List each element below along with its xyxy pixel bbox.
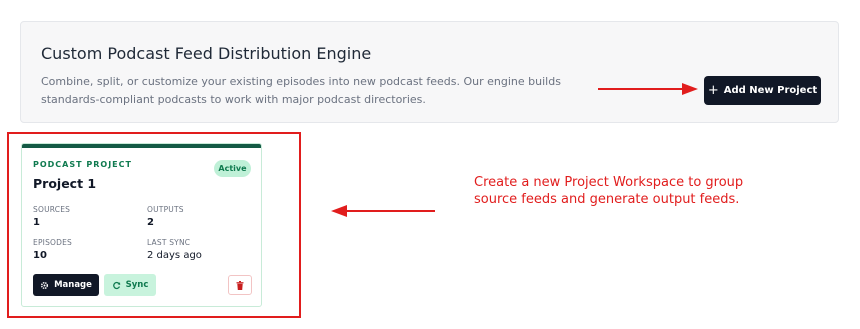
last-sync-label: LAST SYNC bbox=[147, 238, 191, 247]
manage-button[interactable]: Manage bbox=[33, 274, 99, 296]
gear-icon bbox=[40, 281, 49, 290]
delete-button[interactable] bbox=[228, 275, 252, 295]
outputs-value: 2 bbox=[147, 217, 154, 228]
card-eyebrow: PODCAST PROJECT bbox=[33, 160, 132, 169]
project-title: Project 1 bbox=[33, 176, 97, 191]
annotation-arrow-left bbox=[331, 205, 435, 217]
outputs-label: OUTPUTS bbox=[147, 205, 184, 214]
sync-button[interactable]: Sync bbox=[104, 274, 156, 296]
trash-icon bbox=[236, 280, 244, 290]
episodes-label: EPISODES bbox=[33, 238, 73, 247]
manage-label: Manage bbox=[54, 280, 92, 290]
annotation-arrow-right bbox=[598, 83, 698, 95]
refresh-icon bbox=[112, 281, 121, 290]
status-badge: Active bbox=[214, 160, 251, 177]
sources-value: 1 bbox=[33, 217, 40, 228]
add-new-project-button[interactable]: + Add New Project bbox=[704, 76, 821, 105]
annotation-callout: Create a new Project Workspace to group … bbox=[474, 175, 744, 207]
plus-icon: + bbox=[707, 83, 719, 98]
card-accent-bar bbox=[22, 144, 261, 148]
hero-panel: Custom Podcast Feed Distribution Engine … bbox=[20, 21, 839, 123]
sources-label: SOURCES bbox=[33, 205, 71, 214]
episodes-value: 10 bbox=[33, 250, 47, 261]
project-card: PODCAST PROJECT Active Project 1 SOURCES… bbox=[21, 143, 262, 307]
last-sync-value: 2 days ago bbox=[147, 250, 202, 261]
sync-label: Sync bbox=[125, 280, 149, 290]
add-new-project-label: Add New Project bbox=[723, 85, 818, 96]
page-description: Combine, split, or customize your existi… bbox=[41, 75, 561, 106]
page-title: Custom Podcast Feed Distribution Engine bbox=[41, 44, 372, 63]
